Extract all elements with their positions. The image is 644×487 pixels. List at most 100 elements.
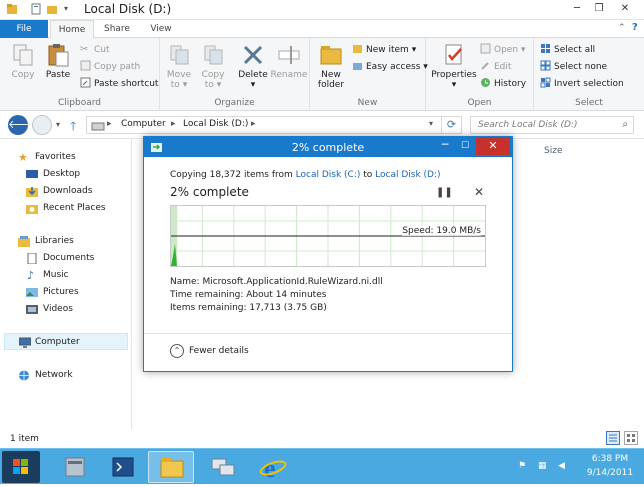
address-bar: 🡐 ▾ 🡑 ▸ Computer ▸ Local Disk (D:) ▸ ▾ ⟳… xyxy=(0,111,644,139)
address-dropdown-icon[interactable]: ▾ xyxy=(429,119,433,128)
destination-link[interactable]: Local Disk (D:) xyxy=(375,170,440,180)
time-remaining: Time remaining: About 14 minutes xyxy=(170,290,327,300)
cancel-icon: ✕ xyxy=(474,185,485,199)
nav-network[interactable]: Network xyxy=(0,367,130,384)
nav-computer[interactable]: Computer xyxy=(4,333,128,350)
details-view-toggle[interactable] xyxy=(606,431,620,445)
ribbon: Copy Paste ✂ Cut Copy path Paste shortcut… xyxy=(0,38,644,111)
rename-button[interactable]: Rename xyxy=(270,42,308,80)
nav-music[interactable]: ♪ Music xyxy=(0,267,130,284)
up-arrow-icon[interactable]: 🡑 xyxy=(70,117,76,138)
nav-videos[interactable]: Videos xyxy=(0,301,130,318)
new-folder-button[interactable]: New folder xyxy=(316,42,346,90)
maximize-button[interactable]: ❐ xyxy=(588,0,610,18)
edit-button[interactable]: Edit xyxy=(480,60,511,74)
file-explorer-icon xyxy=(160,458,184,478)
column-header-size[interactable]: Size xyxy=(544,146,562,156)
details-view-icon xyxy=(609,434,617,442)
help-icon[interactable]: ? xyxy=(632,22,638,33)
taskbar-internet-explorer[interactable]: e xyxy=(250,451,296,483)
copy-to-button[interactable]: Copy to ▾ xyxy=(198,42,228,90)
nav-libraries[interactable]: Libraries xyxy=(0,233,130,250)
cancel-copy-button[interactable]: ✕ xyxy=(474,185,484,199)
move-to-icon xyxy=(170,45,189,65)
percent-complete: 2% complete xyxy=(170,185,249,199)
powershell-icon xyxy=(112,457,134,477)
delete-button[interactable]: Delete ▾ xyxy=(236,42,270,90)
recent-locations-icon[interactable]: ▾ xyxy=(56,120,60,129)
search-icon[interactable]: ⌕ xyxy=(622,119,628,130)
taskbar-powershell[interactable] xyxy=(100,451,146,483)
new-item-label: New item xyxy=(366,45,409,55)
action-center-flag-icon[interactable]: ⚑ xyxy=(518,461,530,473)
nav-favorites[interactable]: ★ Favorites xyxy=(0,149,130,166)
edit-label: Edit xyxy=(494,62,512,72)
pause-button[interactable]: ❚❚ xyxy=(436,187,453,198)
history-label: History xyxy=(494,79,527,89)
volume-icon[interactable]: ◀ xyxy=(558,461,570,473)
nav-documents[interactable]: Documents xyxy=(0,250,130,267)
customize-qa-icon[interactable]: ▾ xyxy=(64,4,76,16)
new-item-button[interactable]: New item ▾ xyxy=(352,43,416,57)
breadcrumb-local-disk[interactable]: Local Disk (D:) xyxy=(183,119,248,129)
cut-button[interactable]: ✂ Cut xyxy=(80,43,110,57)
copy-button[interactable]: Copy xyxy=(8,42,38,80)
source-link[interactable]: Local Disk (C:) xyxy=(296,170,361,180)
taskbar-file-explorer[interactable] xyxy=(148,451,194,483)
large-icons-view-toggle[interactable] xyxy=(624,431,638,445)
nav-desktop[interactable]: Desktop xyxy=(0,166,130,183)
paste-button[interactable]: Paste xyxy=(42,42,74,80)
copy-to-label: Copy xyxy=(201,70,225,80)
history-button[interactable]: History xyxy=(480,77,526,91)
tab-file[interactable]: File xyxy=(0,20,48,38)
dialog-maximize-button[interactable]: ☐ xyxy=(456,137,474,155)
organize-group: Move to ▾ Copy to ▾ Delete ▾ Rename Organ… xyxy=(160,38,310,111)
select-none-button[interactable]: Select none xyxy=(540,60,607,74)
new-group: New folder New item ▾ Easy access ▾ New xyxy=(310,38,428,111)
dialog-close-button[interactable]: ✕ xyxy=(476,137,510,155)
address-field[interactable]: ▸ Computer ▸ Local Disk (D:) ▸ ▾ xyxy=(86,116,442,134)
start-button[interactable] xyxy=(2,451,40,483)
taskbar-network-tool[interactable] xyxy=(200,451,246,483)
copy-path-button[interactable]: Copy path xyxy=(80,60,140,74)
refresh-button[interactable]: ⟳ xyxy=(442,116,462,134)
copy-icon xyxy=(13,44,33,66)
forward-button[interactable] xyxy=(32,115,52,135)
fewer-details-button[interactable]: Fewer details xyxy=(189,346,249,356)
tab-view[interactable]: View xyxy=(144,20,178,38)
tab-share[interactable]: Share xyxy=(100,20,134,38)
open-group: Properties ▾ Open ▾ Edit History Open xyxy=(426,38,534,111)
nav-recent-places[interactable]: Recent Places xyxy=(0,200,130,217)
network-tray-icon[interactable]: ▦ xyxy=(538,461,550,473)
close-button[interactable]: ✕ xyxy=(614,0,636,18)
properties-qa-icon[interactable] xyxy=(30,3,42,15)
minimize-button[interactable]: ─ xyxy=(566,0,588,18)
select-all-button[interactable]: Select all xyxy=(540,43,595,57)
easy-access-button[interactable]: Easy access ▾ xyxy=(352,60,428,74)
paste-shortcut-button[interactable]: Paste shortcut xyxy=(80,77,158,91)
network-tool-icon xyxy=(211,458,235,476)
nav-pictures[interactable]: Pictures xyxy=(0,284,130,301)
open-button[interactable]: Open ▾ xyxy=(480,43,525,57)
dialog-minimize-button[interactable]: ─ xyxy=(436,137,454,155)
taskbar-server-manager[interactable] xyxy=(52,451,98,483)
chevron-up-icon[interactable]: ⌃ xyxy=(170,344,184,358)
delete-icon xyxy=(243,45,263,65)
properties-label: Properties xyxy=(431,70,477,80)
nav-downloads[interactable]: Downloads xyxy=(0,183,130,200)
star-icon: ★ xyxy=(18,151,28,164)
search-box[interactable]: Search Local Disk (D:) ⌕ xyxy=(470,116,634,134)
speed-graph-svg xyxy=(171,206,485,266)
properties-button[interactable]: Properties ▾ xyxy=(430,42,478,90)
tab-home[interactable]: Home xyxy=(50,20,94,39)
copy-to-icon xyxy=(204,45,223,65)
invert-selection-button[interactable]: Invert selection xyxy=(540,77,624,91)
move-to-button[interactable]: Move to ▾ xyxy=(164,42,194,90)
collapse-ribbon-icon[interactable]: ⌃ xyxy=(618,23,626,33)
system-clock[interactable]: 6:38 PM 9/14/2011 xyxy=(580,452,640,480)
nav-music-label: Music xyxy=(43,270,69,280)
new-folder-qa-icon[interactable] xyxy=(46,3,58,15)
recent-places-icon xyxy=(26,205,38,214)
back-button[interactable]: 🡐 xyxy=(8,115,38,135)
breadcrumb-computer[interactable]: Computer xyxy=(121,119,166,129)
